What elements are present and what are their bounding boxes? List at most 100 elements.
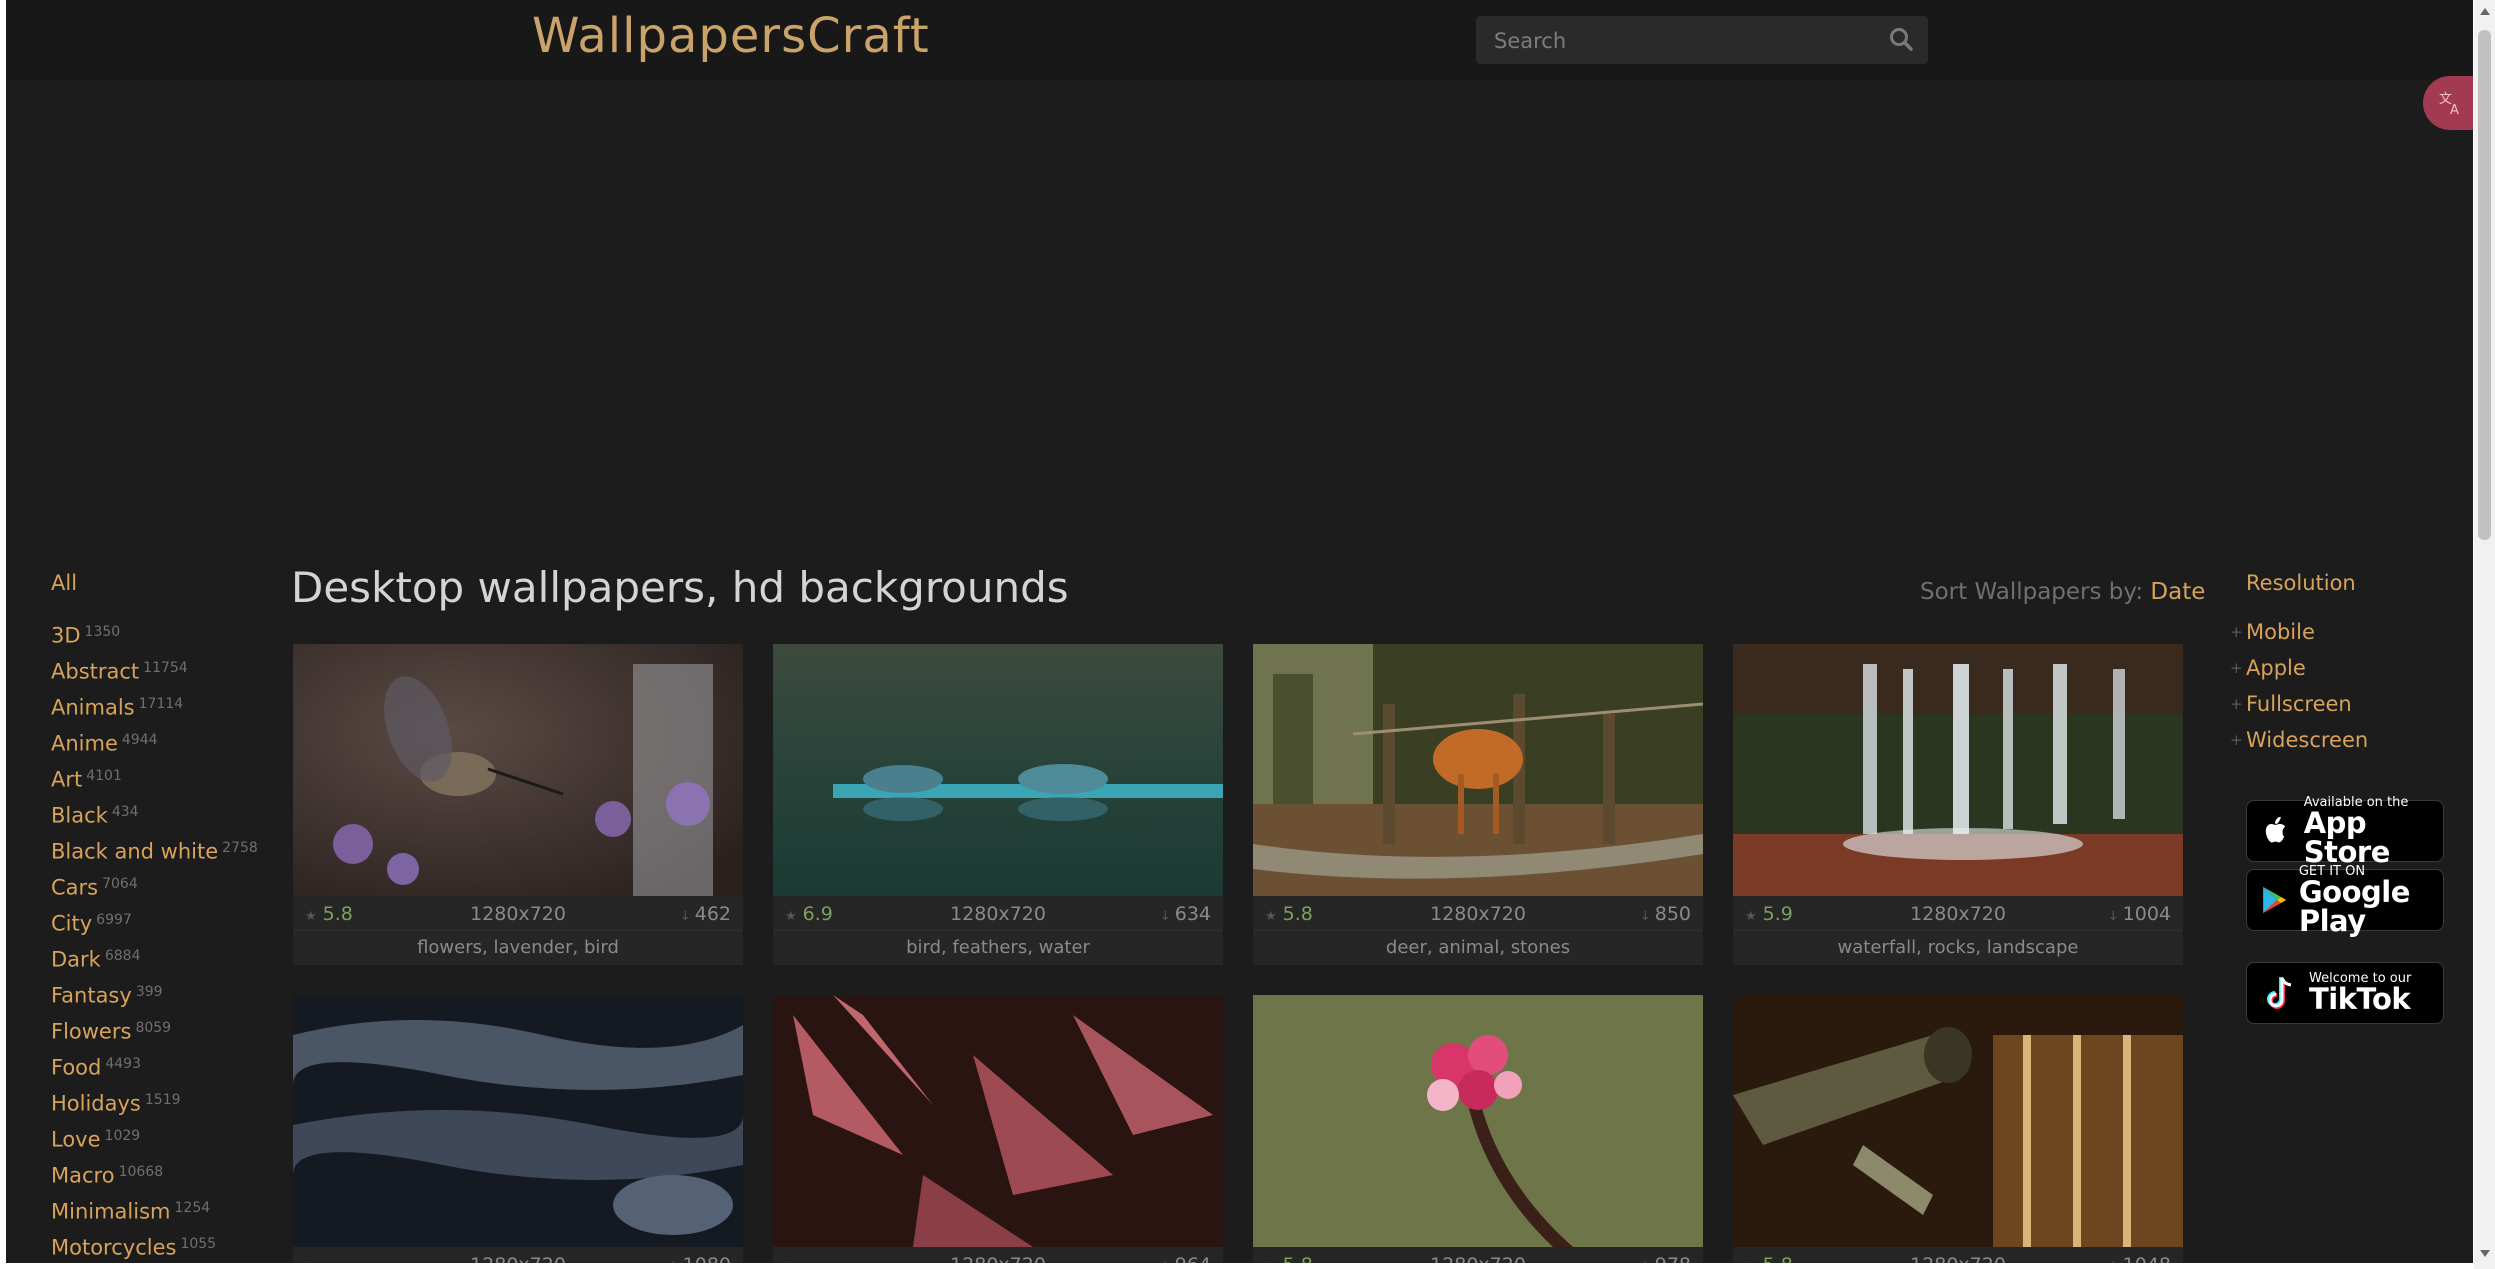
wallpaper-card[interactable]: ★5.8 1280x720 ↓1048 [1733, 995, 2183, 1263]
category-name[interactable]: Black [51, 803, 108, 827]
category-item[interactable]: Black and white 2758 [51, 830, 281, 866]
wallpaper-thumbnail[interactable] [773, 995, 1223, 1247]
category-item[interactable]: Dark 6884 [51, 938, 281, 974]
category-item[interactable]: Abstract 11754 [51, 650, 281, 686]
category-name[interactable]: Love [51, 1127, 101, 1151]
wallpaper-tags: waterfall, rocks, landscape [1733, 930, 2183, 966]
wallpaper-thumbnail[interactable] [773, 644, 1223, 896]
category-name[interactable]: Cars [51, 875, 98, 899]
resolution-item-mobile[interactable]: + Mobile [2230, 614, 2466, 650]
category-item[interactable]: City 6997 [51, 902, 281, 938]
category-name[interactable]: Black and white [51, 839, 218, 863]
category-count: 399 [135, 984, 163, 1000]
category-count: 1055 [180, 1236, 217, 1252]
translate-button[interactable]: 文 A [2423, 76, 2473, 130]
wallpaper-thumbnail[interactable] [1253, 644, 1703, 896]
wallpaper-card[interactable]: ★ 5.9 1280x720 ↓ 1004 waterfall, rocks, la… [1733, 644, 2183, 965]
category-all[interactable]: All [51, 568, 281, 598]
wallpaper-meta: ★ 5.8 1280x720 ↓ 462 [293, 896, 743, 930]
wallpaper-card[interactable]: ★ 5.8 1280x720 ↓ 850 deer, animal, stones [1253, 644, 1703, 965]
category-name[interactable]: Animals [51, 695, 135, 719]
wallpaper-thumbnail[interactable] [1733, 644, 2183, 896]
category-item[interactable]: Black 434 [51, 794, 281, 830]
page-title: Desktop wallpapers, hd backgrounds [291, 563, 1069, 612]
category-item[interactable]: Love 1029 [51, 1118, 281, 1154]
category-count: 1350 [84, 624, 121, 640]
resolution-item-fullscreen[interactable]: + Fullscreen [2230, 686, 2466, 722]
site-logo[interactable]: WallpapersCraft [532, 6, 930, 66]
category-count: 6997 [96, 912, 132, 928]
downloads: ↓964 [1160, 1254, 1211, 1263]
wallpaper-tags: bird, feathers, water [773, 930, 1223, 966]
apple-icon [2265, 816, 2286, 843]
wallpaper-card[interactable]: ★ 1280x720 ↓964 [773, 995, 1223, 1263]
category-name[interactable]: Anime [51, 731, 118, 755]
category-name[interactable]: Abstract [51, 659, 139, 683]
wallpaper-card[interactable]: ★ 1280x720 ↓1080 [293, 995, 743, 1263]
wallpaper-card[interactable]: ★ 6.9 1280x720 ↓ 634 bird, feathers, water [773, 644, 1223, 965]
category-name[interactable]: Food [51, 1055, 101, 1079]
wallpaper-meta: ★ 5.9 1280x720 ↓ 1004 [1733, 896, 2183, 930]
wallpaper-thumbnail[interactable] [293, 644, 743, 896]
category-name[interactable]: 3D [51, 623, 81, 647]
resolution-item-widescreen[interactable]: + Widescreen [2230, 722, 2466, 758]
app-store-badge[interactable]: Available on the App Store [2246, 796, 2444, 866]
category-item[interactable]: 3D 1350 [51, 614, 281, 650]
wallpaper-card[interactable]: ★5.8 1280x720 ↓978 [1253, 995, 1703, 1263]
wallpaper-tags: flowers, lavender, bird [293, 930, 743, 966]
category-item[interactable]: Animals 17114 [51, 686, 281, 722]
tiktok-badge[interactable]: Welcome to our TikTok [2246, 962, 2444, 1024]
category-item[interactable]: Fantasy 399 [51, 974, 281, 1010]
search-input[interactable] [1476, 16, 1886, 66]
category-item[interactable]: Flowers 8059 [51, 1010, 281, 1046]
category-item[interactable]: Minimalism 1254 [51, 1190, 281, 1226]
downloads: ↓ 850 [1639, 903, 1691, 925]
wallpaper-thumbnail[interactable] [293, 995, 743, 1247]
category-count: 10668 [118, 1164, 164, 1180]
downloads: ↓1080 [668, 1254, 731, 1263]
wallpaper-card[interactable]: ★ 5.8 1280x720 ↓ 462 flowers, lavender, bi… [293, 644, 743, 965]
category-name[interactable]: Motorcycles [51, 1235, 176, 1259]
category-count: 7064 [102, 876, 138, 892]
category-item[interactable]: Anime 4944 [51, 722, 281, 758]
category-item[interactable]: Cars 7064 [51, 866, 281, 902]
downloads: ↓ 634 [1159, 903, 1211, 925]
download-icon: ↓ [1160, 1260, 1171, 1263]
wallpaper-thumbnail[interactable] [1733, 995, 2183, 1247]
scrollbar[interactable] [2474, 0, 2495, 1269]
category-name[interactable]: Minimalism [51, 1199, 171, 1223]
category-item[interactable]: Macro 10668 [51, 1154, 281, 1190]
scroll-down-icon[interactable] [2480, 1250, 2490, 1257]
category-name[interactable]: Flowers [51, 1019, 131, 1043]
plus-icon: + [2230, 731, 2243, 749]
downloads: ↓ 462 [679, 903, 731, 925]
category-item[interactable]: Motorcycles 1055 [51, 1226, 281, 1262]
resolution: 1280x720 [950, 903, 1046, 925]
resolution-item-apple[interactable]: + Apple [2230, 650, 2466, 686]
resolution: 1280x720 [470, 903, 566, 925]
scroll-thumb[interactable] [2478, 30, 2491, 540]
translate-icon: 文 A [2439, 92, 2459, 117]
category-name[interactable]: City [51, 911, 92, 935]
sort-value[interactable]: Date [2150, 579, 2205, 605]
scroll-up-icon[interactable] [2480, 8, 2490, 15]
wallpaper-thumbnail[interactable] [1253, 995, 1703, 1247]
category-name[interactable]: Macro [51, 1163, 115, 1187]
category-count: 4944 [121, 732, 158, 748]
wallpaper-meta: ★5.8 1280x720 ↓978 [1253, 1247, 1703, 1263]
google-play-badge[interactable]: GET IT ON Google Play [2246, 865, 2444, 935]
resolution-sidebar: Resolution + Mobile + Apple + Fullscreen + W… [2230, 568, 2466, 758]
badge-big-text: Google Play [2298, 874, 2411, 938]
category-count: 2758 [222, 840, 258, 856]
wallpaper-tags: deer, animal, stones [1253, 930, 1703, 966]
resolution-title[interactable]: Resolution [2246, 568, 2466, 598]
category-name[interactable]: Art [51, 767, 82, 791]
category-item[interactable]: Art 4101 [51, 758, 281, 794]
downloads: ↓ 1004 [2107, 903, 2171, 925]
category-name[interactable]: Fantasy [51, 983, 132, 1007]
search-icon[interactable] [1888, 26, 1916, 54]
category-name[interactable]: Holidays [51, 1091, 141, 1115]
category-item[interactable]: Food 4493 [51, 1046, 281, 1082]
category-item[interactable]: Holidays 1519 [51, 1082, 281, 1118]
category-name[interactable]: Dark [51, 947, 101, 971]
